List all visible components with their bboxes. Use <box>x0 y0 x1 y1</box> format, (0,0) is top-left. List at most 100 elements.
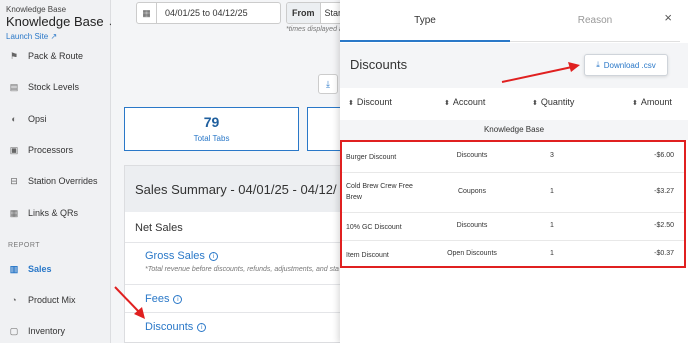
sidebar-item-opsi[interactable]: ◐ Opsi <box>8 108 47 130</box>
discount-name: Item Discount <box>346 252 389 259</box>
sidebar-item-product-mix[interactable]: ◔ Product Mix <box>8 289 76 311</box>
sidebar-item-label: Opsi <box>28 114 47 124</box>
close-icon[interactable]: × <box>664 10 672 25</box>
discount-name: Cold Brew Crew Free Brew <box>346 183 413 201</box>
column-header-account[interactable]: ⬍ Account <box>444 97 485 107</box>
sidebar-item-label: Station Overrides <box>28 176 98 186</box>
from-label: From <box>287 3 321 23</box>
sidebar-item-label: Processors <box>28 145 74 155</box>
gross-sales-link[interactable]: Gross Sales i <box>145 250 218 262</box>
discount-account: Coupons <box>457 188 487 195</box>
total-tabs-label: Total Tabs <box>193 134 230 143</box>
sidebar-item-label: Inventory <box>28 326 66 336</box>
download-csv-button[interactable]: ⤓ Download .csv <box>584 54 668 76</box>
inventory-icon: ▢ <box>9 325 19 336</box>
date-range-picker[interactable]: ▦ 04/01/25 to 04/12/25 <box>136 2 281 24</box>
annotation-arrow-discounts <box>114 286 145 319</box>
discounts-panel: Type Reason × Discounts ⤓ Download .csv ⬍… <box>340 0 688 343</box>
download-button[interactable]: ⤓ <box>318 74 338 94</box>
launch-site-label: Launch Site <box>6 32 49 41</box>
sidebar-item-label: Sales <box>28 264 52 274</box>
discount-account: Discounts <box>456 152 488 159</box>
table-row[interactable]: 10% GC Discount Discounts 1 -$2.50 <box>342 213 684 241</box>
qr-icon: ▦ <box>9 207 19 218</box>
from-time-field[interactable]: From Star <box>286 2 346 24</box>
discount-account: Discounts <box>456 222 488 229</box>
info-icon[interactable]: i <box>208 251 218 261</box>
info-icon[interactable]: i <box>197 322 207 332</box>
column-label: Discount <box>356 97 392 107</box>
column-header-discount[interactable]: ⬍ Discount <box>348 97 392 107</box>
product-mix-icon: ◔ <box>11 295 17 305</box>
divider <box>125 242 343 243</box>
discount-quantity: 1 <box>550 222 554 229</box>
sales-summary-title: Sales Summary - 04/01/25 - 04/12/ <box>125 166 343 212</box>
report-section-label: REPORT <box>8 242 41 249</box>
processor-icon: ▣ <box>9 144 19 155</box>
tab-label: Type <box>414 14 436 26</box>
discount-quantity: 1 <box>550 188 554 195</box>
gross-sales-note: *Total revenue before discounts, refunds… <box>145 266 339 273</box>
stock-icon: ▤ <box>9 81 19 92</box>
total-tabs-value: 79 <box>203 114 220 130</box>
discount-account: Open Discounts <box>447 250 497 257</box>
info-icon[interactable]: i <box>173 294 183 304</box>
table-row[interactable]: Cold Brew Crew Free Brew Coupons 1 -$3.2… <box>342 173 684 213</box>
brand-caption: Knowledge Base <box>6 5 67 14</box>
discounts-table: Burger Discount Discounts 3 -$6.00 Cold … <box>340 140 686 268</box>
sidebar-item-station-overrides[interactable]: ⊟ Station Overrides <box>8 170 98 192</box>
external-link-icon: ↗ <box>50 32 58 41</box>
panel-title: Discounts <box>350 57 408 72</box>
tab-type[interactable]: Type <box>340 0 510 42</box>
column-header-quantity[interactable]: ⬍ Quantity <box>532 97 574 107</box>
sort-icon: ⬍ <box>532 100 538 107</box>
total-tabs-card[interactable]: 79 Total Tabs <box>124 107 299 151</box>
annotation-arrow-download <box>501 62 580 83</box>
table-row[interactable]: Item Discount Open Discounts 1 -$0.37 <box>342 241 684 268</box>
discount-amount: -$0.37 <box>654 250 674 257</box>
tab-reason[interactable]: Reason <box>510 0 680 42</box>
discount-amount: -$6.00 <box>654 152 674 159</box>
column-label: Account <box>452 97 486 107</box>
discount-quantity: 3 <box>550 152 554 159</box>
sidebar-item-pack-route[interactable]: ⚑ Pack & Route <box>8 45 83 67</box>
download-icon: ⤓ <box>326 78 330 89</box>
sales-icon: ▥ <box>9 263 19 274</box>
gross-sales-label: Gross Sales <box>145 250 205 262</box>
sort-icon: ⬍ <box>348 100 354 107</box>
sidebar-item-sales[interactable]: ▥ Sales <box>8 258 52 280</box>
discount-quantity: 1 <box>550 250 554 257</box>
sales-summary: Sales Summary - 04/01/25 - 04/12/ Net Sa… <box>124 165 344 343</box>
discount-amount: -$3.27 <box>654 188 674 195</box>
launch-site-link[interactable]: Launch Site ↗ <box>6 32 57 41</box>
table-row[interactable]: Burger Discount Discounts 3 -$6.00 <box>342 142 684 173</box>
route-icon: ⚑ <box>9 50 19 61</box>
sidebar-item-stock-levels[interactable]: ▤ Stock Levels <box>8 76 79 98</box>
location-name: Knowledge Base <box>6 14 104 29</box>
divider <box>125 312 343 313</box>
discounts-link[interactable]: Discounts i <box>145 321 207 333</box>
date-range-value: 04/01/25 to 04/12/25 <box>165 8 248 18</box>
sidebar-item-processors[interactable]: ▣ Processors <box>8 139 73 161</box>
discount-amount: -$2.50 <box>654 222 674 229</box>
column-label: Amount <box>640 97 672 107</box>
calendar-icon: ▦ <box>137 3 157 23</box>
column-header-amount[interactable]: ⬍ Amount <box>632 97 672 107</box>
discounts-label: Discounts <box>145 321 194 333</box>
fees-label: Fees <box>145 293 170 305</box>
divider <box>125 284 343 285</box>
station-icon: ⊟ <box>10 175 18 186</box>
fees-link[interactable]: Fees i <box>145 293 183 305</box>
group-label: Knowledge Base <box>340 120 688 140</box>
sidebar-item-links-qrs[interactable]: ▦ Links & QRs <box>8 202 78 224</box>
sidebar-item-inventory[interactable]: ▢ Inventory <box>8 320 65 342</box>
download-csv-label: Download .csv <box>603 60 656 70</box>
sidebar-item-label: Pack & Route <box>28 51 84 61</box>
sidebar-item-label: Product Mix <box>28 295 76 305</box>
tab-label: Reason <box>577 15 613 26</box>
location-switcher[interactable]: Knowledge Base⌄ <box>6 14 116 29</box>
sidebar-item-label: Stock Levels <box>28 82 80 92</box>
sort-icon: ⬍ <box>632 100 638 107</box>
net-sales-label: Net Sales <box>135 222 183 234</box>
sort-icon: ⬍ <box>444 100 450 107</box>
